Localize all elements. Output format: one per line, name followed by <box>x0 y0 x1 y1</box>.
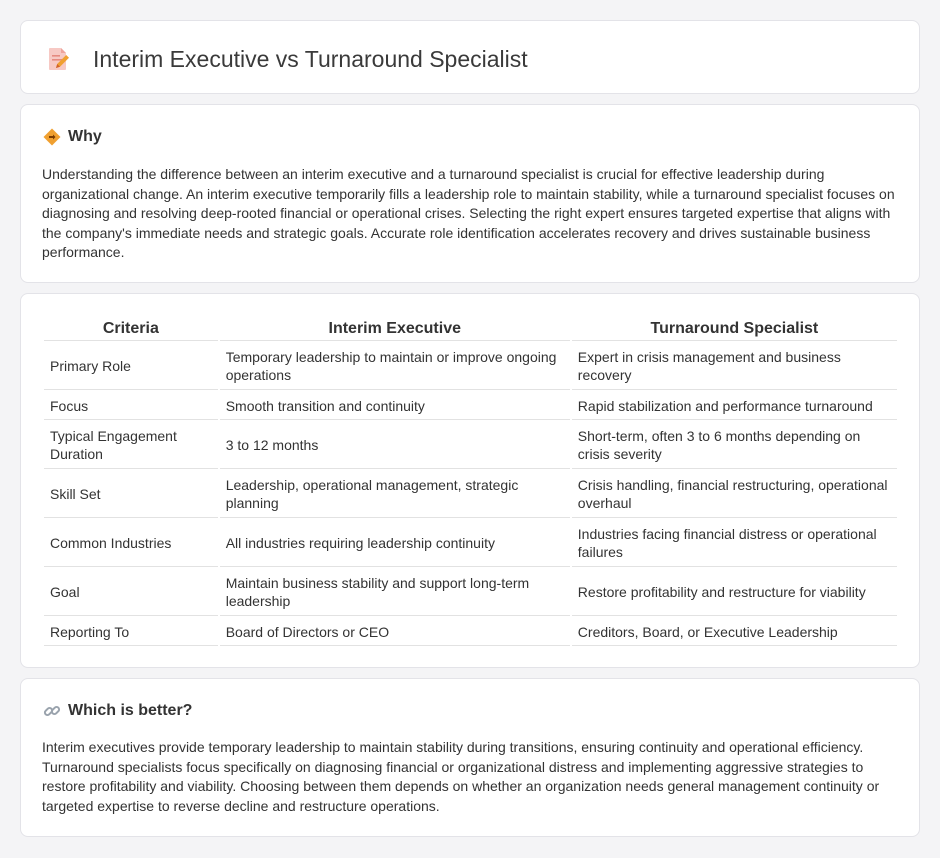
turnaround-cell: Creditors, Board, or Executive Leadershi… <box>571 618 897 646</box>
column-header-turnaround-specialist: Turnaround Specialist <box>571 316 897 341</box>
criteria-cell: Common Industries <box>44 520 218 567</box>
title-row: Interim Executive vs Turnaround Speciali… <box>47 45 528 73</box>
why-text: Understanding the difference between an … <box>42 166 895 261</box>
interim-cell: 3 to 12 months <box>219 422 570 469</box>
diamond-signpost-icon <box>43 128 61 146</box>
interim-cell: Board of Directors or CEO <box>219 618 570 646</box>
why-section: Why Understanding the difference between… <box>20 104 920 283</box>
why-heading-row: Why <box>43 127 102 147</box>
why-heading: Why <box>68 128 102 145</box>
criteria-cell: Goal <box>44 569 218 616</box>
table-row: Goal Maintain business stability and sup… <box>44 569 897 616</box>
page-title: Interim Executive vs Turnaround Speciali… <box>93 46 528 72</box>
which-is-better-section: Which is better? Interim executives prov… <box>20 678 920 837</box>
column-header-interim-executive: Interim Executive <box>219 316 570 341</box>
comparison-table: Criteria Interim Executive Turnaround Sp… <box>42 314 899 648</box>
title-card: Interim Executive vs Turnaround Speciali… <box>20 20 920 94</box>
criteria-cell: Primary Role <box>44 343 218 390</box>
criteria-cell: Skill Set <box>44 471 218 518</box>
table-row: Reporting To Board of Directors or CEO C… <box>44 618 897 646</box>
turnaround-cell: Restore profitability and restructure fo… <box>571 569 897 616</box>
better-text: Interim executives provide temporary lea… <box>42 739 880 814</box>
document-pencil-icon <box>49 48 69 70</box>
comparison-section: Criteria Interim Executive Turnaround Sp… <box>20 293 920 668</box>
column-header-criteria: Criteria <box>44 316 218 341</box>
table-row: Common Industries All industries requiri… <box>44 520 897 567</box>
interim-cell: Leadership, operational management, stra… <box>219 471 570 518</box>
turnaround-cell: Expert in crisis management and business… <box>571 343 897 390</box>
table-row: Primary Role Temporary leadership to mai… <box>44 343 897 390</box>
interim-cell: Smooth transition and continuity <box>219 392 570 420</box>
criteria-cell: Focus <box>44 392 218 420</box>
table-row: Focus Smooth transition and continuity R… <box>44 392 897 420</box>
table-header-row: Criteria Interim Executive Turnaround Sp… <box>44 316 897 341</box>
turnaround-cell: Rapid stabilization and performance turn… <box>571 392 897 420</box>
link-icon <box>43 705 61 717</box>
criteria-cell: Typical Engagement Duration <box>44 422 218 469</box>
interim-cell: Maintain business stability and support … <box>219 569 570 616</box>
interim-cell: Temporary leadership to maintain or impr… <box>219 343 570 390</box>
turnaround-cell: Short-term, often 3 to 6 months dependin… <box>571 422 897 469</box>
better-heading-row: Which is better? <box>43 701 192 721</box>
table-row: Typical Engagement Duration 3 to 12 mont… <box>44 422 897 469</box>
table-row: Skill Set Leadership, operational manage… <box>44 471 897 518</box>
interim-cell: All industries requiring leadership cont… <box>219 520 570 567</box>
better-heading: Which is better? <box>68 702 193 719</box>
turnaround-cell: Industries facing financial distress or … <box>571 520 897 567</box>
turnaround-cell: Crisis handling, financial restructuring… <box>571 471 897 518</box>
criteria-cell: Reporting To <box>44 618 218 646</box>
